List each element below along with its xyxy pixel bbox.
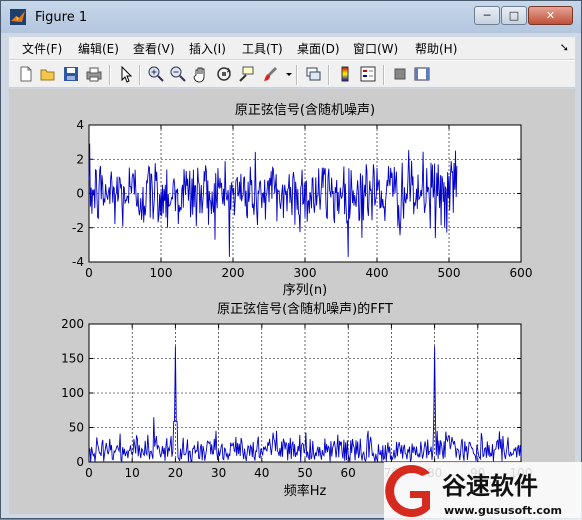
axes-time-domain[interactable]: 0 100 200 300 400 500 600-4-2024 原正弦信号(含随机噪声) … <box>72 102 532 298</box>
toolbar-separator <box>383 65 385 85</box>
x-tick-label: 30 <box>211 466 226 480</box>
menu-bar: 文件(F) 编辑(E) 查看(V) 插入(I) 工具(T) 桌面(D) 窗口(W… <box>9 37 575 59</box>
y-tick-label: 150 <box>61 352 84 366</box>
title-bar[interactable]: Figure 1 ─ □ ✕ <box>1 1 581 33</box>
new-figure-icon[interactable] <box>17 65 35 83</box>
watermark-url: www.gususoft.com <box>444 504 562 517</box>
x-tick-label: 40 <box>254 466 269 480</box>
chart-title-2: 原正弦信号(含随机噪声)的FFT <box>217 301 393 317</box>
link-plot-icon[interactable] <box>304 65 322 83</box>
y-tick-label: 0 <box>76 455 84 469</box>
y-tick-label: 0 <box>76 187 84 201</box>
toolbar-separator <box>139 65 141 85</box>
minimize-button[interactable]: ─ <box>474 6 500 25</box>
x-tick-label: 10 <box>125 466 140 480</box>
menu-tools[interactable]: 工具(T) <box>242 40 283 57</box>
x-tick-label: 300 <box>294 266 317 280</box>
chart-title-1: 原正弦信号(含随机噪声) <box>235 102 375 118</box>
y-tick-label: 4 <box>76 118 84 132</box>
x-tick-label: 400 <box>366 266 389 280</box>
toolbar-separator <box>296 65 298 85</box>
minimize-icon: ─ <box>483 9 491 22</box>
x-tick-label: 100 <box>150 266 173 280</box>
watermark-logo: 谷速软件 www.gususoft.com <box>384 462 582 520</box>
plot-area: 0 100 200 300 400 500 600-4-2024 原正弦信号(含随机噪声) … <box>61 102 532 499</box>
zoom-out-icon[interactable] <box>169 65 187 83</box>
maximize-button[interactable]: □ <box>501 6 527 25</box>
legend-icon[interactable] <box>359 65 377 83</box>
window-title: Figure 1 <box>35 10 88 25</box>
toolbar-separator <box>328 65 330 85</box>
x-tick-label: 0 <box>85 266 93 280</box>
rotate-3d-icon[interactable] <box>215 65 233 83</box>
menu-edit[interactable]: 编辑(E) <box>78 40 119 57</box>
x-axis-label-2: 频率Hz <box>284 483 327 499</box>
y-tick-label: -2 <box>72 221 84 235</box>
figure-window: Figure 1 ─ □ ✕ 文件(F) 编辑(E) 查看(V) 插入(I) 工… <box>0 0 582 520</box>
x-tick-label: 20 <box>168 466 183 480</box>
x-axis-label-1: 序列(n) <box>283 283 327 298</box>
pointer-icon[interactable] <box>117 65 135 83</box>
x-tick-label: 50 <box>297 466 312 480</box>
save-icon[interactable] <box>62 65 80 83</box>
y-tick-label: 2 <box>76 152 84 166</box>
x-tick-label: 60 <box>341 466 356 480</box>
y-tick-label: 50 <box>69 421 84 435</box>
print-icon[interactable] <box>85 65 103 83</box>
toolbar <box>9 60 575 88</box>
y-tick-label: 200 <box>61 317 84 331</box>
matlab-icon <box>10 9 26 25</box>
x-tick-label: 0 <box>85 466 93 480</box>
zoom-in-icon[interactable] <box>147 65 165 83</box>
menu-file[interactable]: 文件(F) <box>22 40 62 57</box>
pan-hand-icon[interactable] <box>192 65 210 83</box>
y-tick-label: -4 <box>72 255 84 269</box>
menu-view[interactable]: 查看(V) <box>133 40 175 57</box>
x-tick-label: 600 <box>510 266 533 280</box>
hide-plot-tools-icon[interactable] <box>391 65 409 83</box>
maximize-icon: □ <box>508 9 520 22</box>
watermark-brand: 谷速软件 <box>442 472 538 500</box>
y-tick-label: 100 <box>61 386 84 400</box>
close-icon: ✕ <box>545 9 556 22</box>
toolbar-separator <box>109 65 111 85</box>
colorbar-icon[interactable] <box>336 65 354 83</box>
data-cursor-icon[interactable] <box>238 65 256 83</box>
menu-help[interactable]: 帮助(H) <box>415 40 457 57</box>
show-plot-tools-icon[interactable] <box>413 65 431 83</box>
menu-desktop[interactable]: 桌面(D) <box>297 40 340 57</box>
figure-canvas: 0 100 200 300 400 500 600 -4 -2 0 2 4 原正弦信号(含随机噪声) … <box>9 89 575 514</box>
brush-icon[interactable] <box>261 65 279 83</box>
x-tick-label: 500 <box>438 266 461 280</box>
close-button[interactable]: ✕ <box>528 6 573 25</box>
dock-arrow-icon[interactable]: ➘ <box>560 41 569 54</box>
menu-window[interactable]: 窗口(W) <box>353 40 398 57</box>
x-tick-label: 200 <box>222 266 245 280</box>
open-file-icon[interactable] <box>39 65 57 83</box>
menu-insert[interactable]: 插入(I) <box>189 40 226 57</box>
